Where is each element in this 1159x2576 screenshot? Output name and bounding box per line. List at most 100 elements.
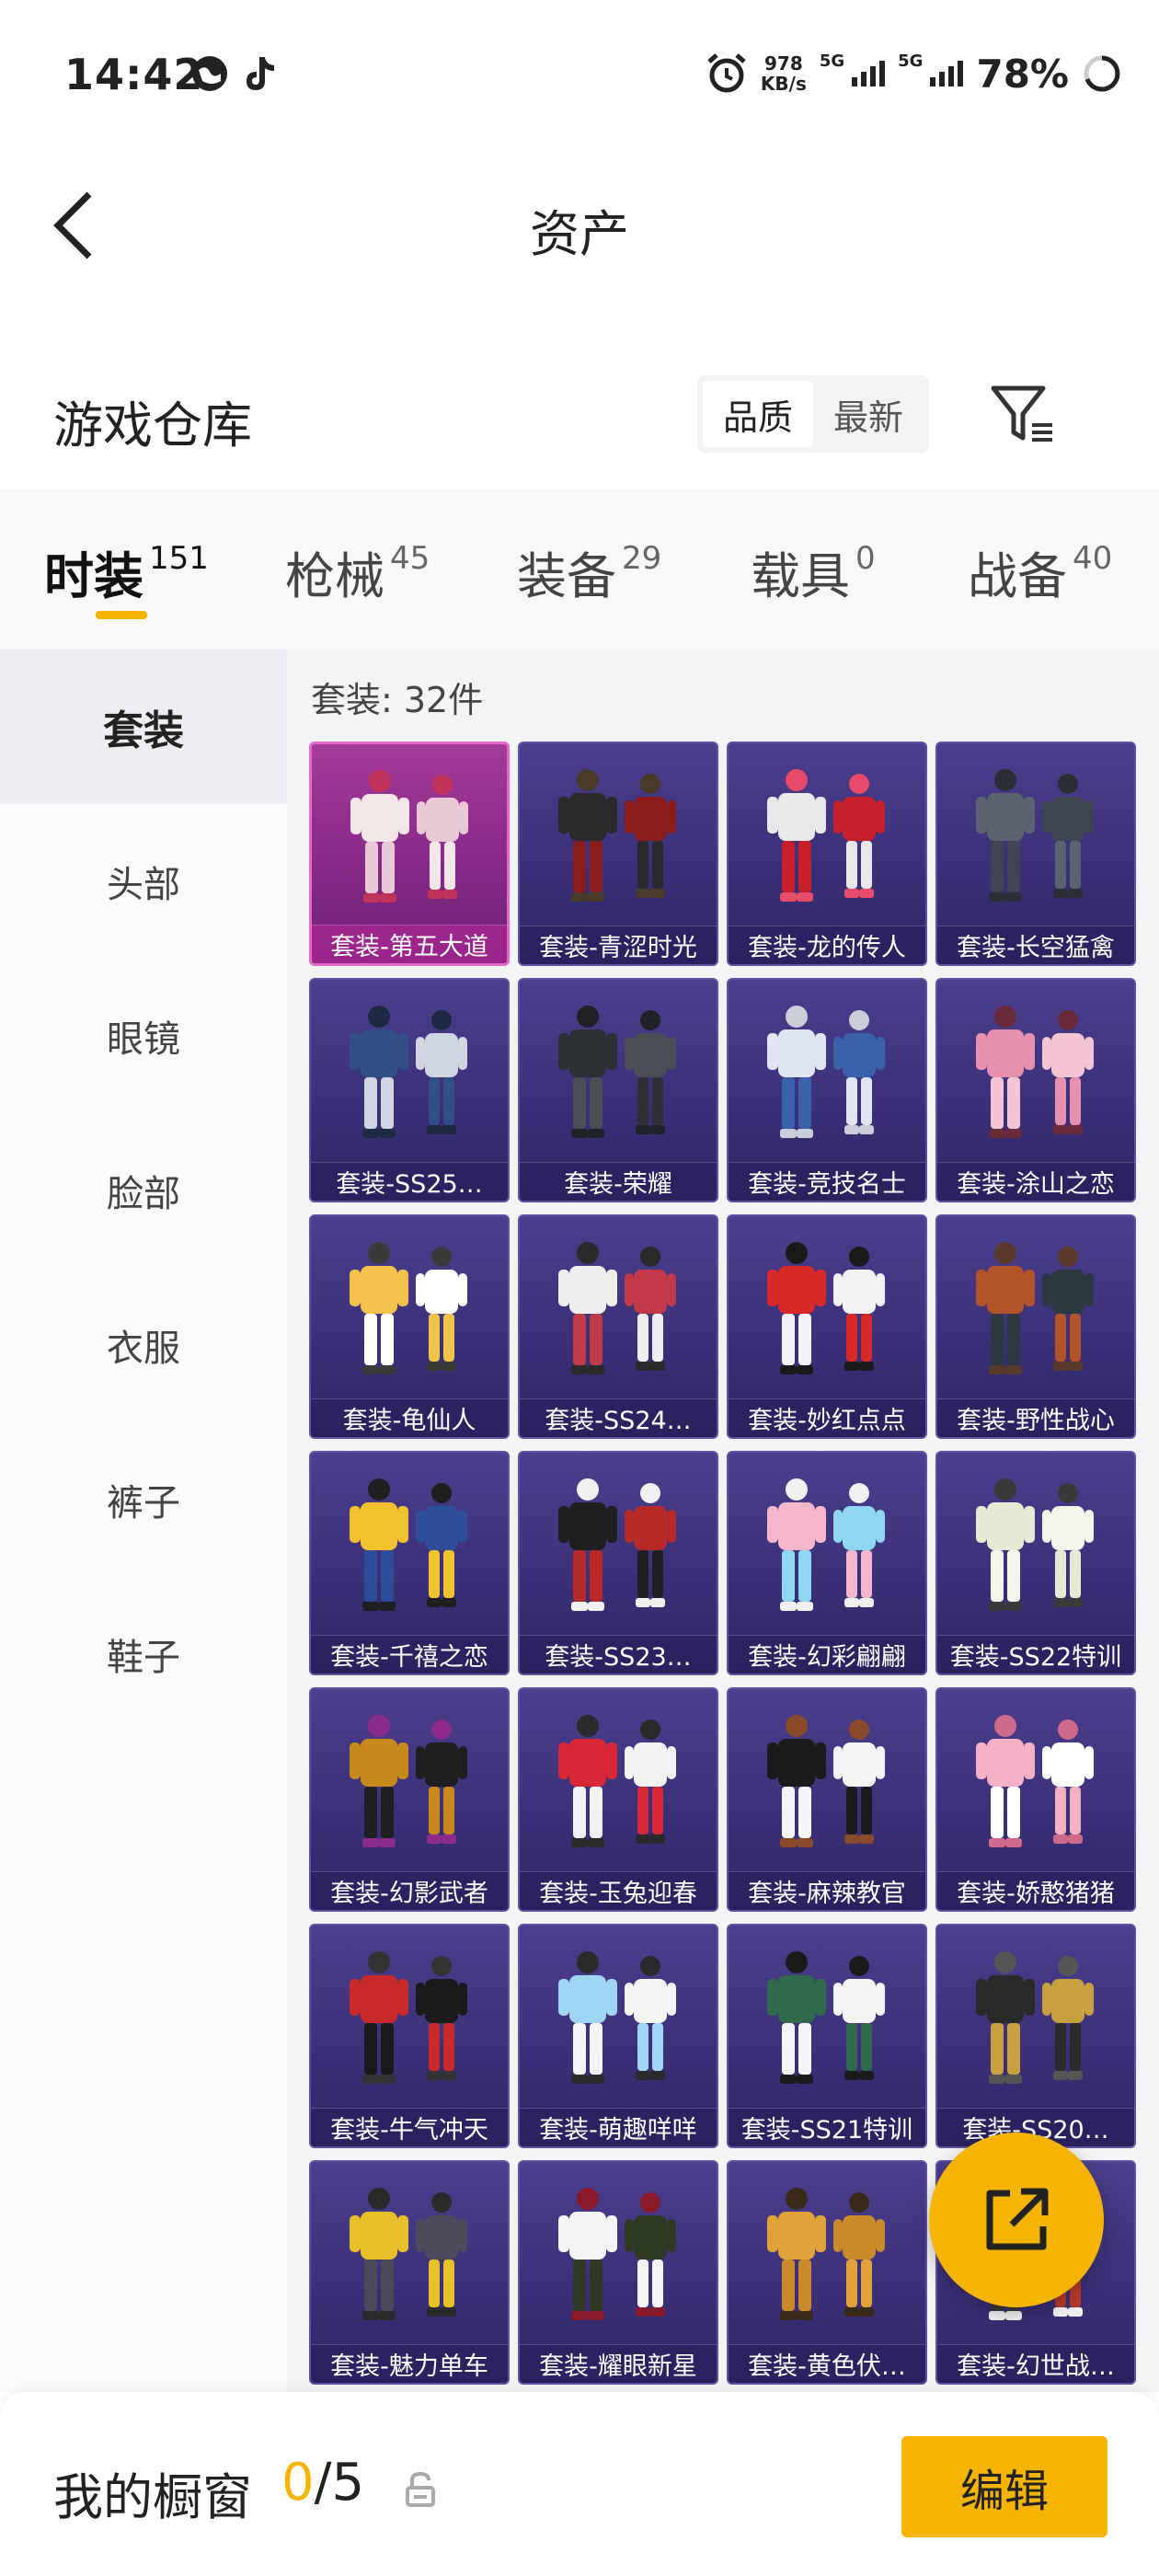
outfit-card[interactable]: 套装-萌趣咩咩 <box>518 1924 718 2148</box>
share-external-icon <box>986 2188 1049 2250</box>
outfit-name: 套装-野性战心 <box>937 1398 1134 1437</box>
outfit-name: 套装-青涩时光 <box>520 926 717 964</box>
outfit-image <box>767 1951 885 2084</box>
network-speed: 978 KB/s <box>760 52 807 95</box>
outfit-image <box>976 1951 1094 2084</box>
outfit-image <box>976 1715 1094 1847</box>
outfit-card[interactable]: 套装-牛气冲天 <box>309 1924 510 2148</box>
active-tab-indicator <box>96 611 147 619</box>
outfit-card[interactable]: 套装-龙的传人 <box>727 742 927 966</box>
outfit-name: 套装-SS23… <box>520 1635 717 1673</box>
outfit-card[interactable]: 套装-SS21特训 <box>727 1924 927 2148</box>
sidebar-item-clothes[interactable]: 衣服 <box>0 1268 287 1422</box>
outfit-card[interactable]: 套装-幻影武者 <box>309 1687 510 1912</box>
outfit-card[interactable]: 套装-妙红点点 <box>727 1214 927 1439</box>
outfit-card[interactable]: 套装-SS25… <box>309 978 510 1202</box>
outfit-card[interactable]: 套装-魅力单车 <box>309 2160 510 2385</box>
tab-supplies[interactable]: 战备 40 <box>968 535 1112 608</box>
outfit-card[interactable]: 套装-黄色伏… <box>727 2160 927 2385</box>
outfit-image <box>558 1242 676 1374</box>
sidebar-item-face[interactable]: 脸部 <box>0 1113 287 1268</box>
network-type-2: 5G <box>898 51 924 71</box>
battery-ring-icon <box>1084 55 1120 92</box>
outfit-name: 套装-幻世战… <box>937 2344 1134 2383</box>
outfit-image <box>767 2188 885 2320</box>
outfit-image <box>350 1715 467 1847</box>
outfit-card[interactable]: 套装-SS24… <box>518 1214 718 1439</box>
outfit-card[interactable]: 套装-野性战心 <box>935 1214 1136 1439</box>
outfit-image <box>767 1478 885 1611</box>
outfit-name: 套装-竞技名士 <box>729 1162 925 1201</box>
edit-button[interactable]: 编辑 <box>901 2436 1107 2537</box>
outfit-name: 套装-娇憨猪猪 <box>937 1871 1134 1910</box>
outfit-image <box>558 1951 676 2084</box>
outfit-card[interactable]: 套装-SS23… <box>518 1451 718 1675</box>
outfit-image <box>350 770 468 903</box>
outfit-name: 套装-SS22特训 <box>937 1635 1134 1673</box>
outfit-name: 套装-幻彩翩翩 <box>729 1635 925 1673</box>
tab-fashion[interactable]: 时装 151 <box>44 535 209 608</box>
sort-quality-button[interactable]: 品质 <box>703 381 813 447</box>
sidebar-item-suits[interactable]: 套装 <box>0 650 287 804</box>
outfit-name: 套装-黄色伏… <box>729 2344 925 2383</box>
outfit-name: 套装-千禧之恋 <box>311 1635 508 1673</box>
outfit-card[interactable]: 套装-第五大道 <box>309 742 510 966</box>
warehouse-title: 游戏仓库 <box>53 397 252 454</box>
outfit-image <box>767 1715 885 1847</box>
sidebar-item-pants[interactable]: 裤子 <box>0 1422 287 1577</box>
outfit-card[interactable]: 套装-龟仙人 <box>309 1214 510 1439</box>
outfit-card[interactable]: 套装-幻彩翩翩 <box>727 1451 927 1675</box>
item-count-label: 套装: 32件 <box>311 680 484 720</box>
outfit-name: 套装-妙红点点 <box>729 1398 925 1437</box>
lock-icon <box>406 2471 435 2507</box>
outfit-image <box>976 769 1094 902</box>
outfit-card[interactable]: 套装-玉兔迎春 <box>518 1687 718 1912</box>
outfit-card[interactable]: 套装-SS22特训 <box>935 1451 1136 1675</box>
tiktok-icon <box>247 57 274 90</box>
outfit-card[interactable]: 套装-麻辣教官 <box>727 1687 927 1912</box>
share-button[interactable] <box>929 2133 1104 2307</box>
sidebar-item-shoes[interactable]: 鞋子 <box>0 1577 287 1731</box>
sidebar-item-glasses[interactable]: 眼镜 <box>0 959 287 1113</box>
sort-newest-button[interactable]: 最新 <box>813 381 924 447</box>
outfit-card[interactable]: 套装-荣耀 <box>518 978 718 1202</box>
outfit-card[interactable]: 套装-竞技名士 <box>727 978 927 1202</box>
filter-icon[interactable] <box>988 379 1058 449</box>
alarm-icon <box>707 53 746 93</box>
tab-firearms[interactable]: 枪械 45 <box>285 535 430 608</box>
outfit-card[interactable]: 套装-千禧之恋 <box>309 1451 510 1675</box>
outfit-image <box>350 2188 467 2320</box>
outfit-name: 套装-SS21特训 <box>729 2108 925 2146</box>
outfit-card[interactable]: 套装-SS20… <box>935 1924 1136 2148</box>
outfit-card[interactable]: 套装-娇憨猪猪 <box>935 1687 1136 1912</box>
outfit-image <box>976 1242 1094 1374</box>
battery-percent: 78% <box>976 51 1069 97</box>
tab-equipment[interactable]: 装备 29 <box>517 535 661 608</box>
page-title: 资产 <box>530 205 629 263</box>
outfit-image <box>767 769 885 902</box>
outfit-name: 套装-荣耀 <box>520 1162 717 1201</box>
outfit-image <box>558 1006 676 1138</box>
showcase-label: 我的橱窗 <box>53 2468 252 2526</box>
outfit-image <box>558 2188 676 2320</box>
tab-vehicles[interactable]: 载具 0 <box>751 535 876 608</box>
outfit-image <box>558 769 676 902</box>
outfit-card[interactable]: 套装-耀眼新星 <box>518 2160 718 2385</box>
outfit-name: 套装-幻影武者 <box>311 1871 508 1910</box>
sidebar-item-head[interactable]: 头部 <box>0 804 287 959</box>
outfit-name: 套装-第五大道 <box>312 925 507 963</box>
outfit-name: 套装-长空猛禽 <box>937 926 1134 964</box>
outfit-image <box>350 1242 467 1374</box>
status-time: 14:42 <box>64 50 204 99</box>
outfit-name: 套装-玉兔迎春 <box>520 1871 717 1910</box>
signal-icon <box>930 61 964 86</box>
outfit-card[interactable]: 套装-青涩时光 <box>518 742 718 966</box>
signal-icon <box>852 61 886 86</box>
outfit-card[interactable]: 套装-长空猛禽 <box>935 742 1136 966</box>
header: 资产 <box>0 147 1159 304</box>
outfit-name: 套装-SS24… <box>520 1398 717 1437</box>
sidebar: 套装 头部 眼镜 脸部 衣服 裤子 鞋子 <box>0 650 287 2392</box>
status-right: 978 KB/s 5G 5G 78% <box>706 46 1122 101</box>
outfit-image <box>976 1478 1094 1611</box>
outfit-card[interactable]: 套装-涂山之恋 <box>935 978 1136 1202</box>
